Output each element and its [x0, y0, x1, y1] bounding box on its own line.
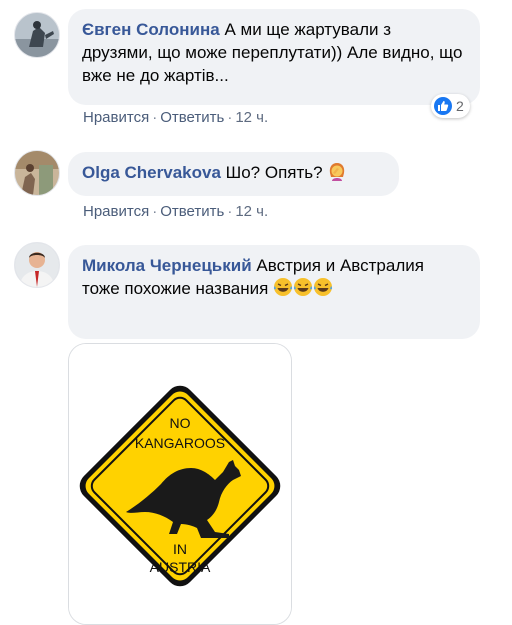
- kangaroo-sign-image: NO KANGAROOS IN AUSTRIA: [69, 344, 291, 624]
- sign-text-no: NO: [170, 415, 191, 431]
- comment-actions: Нравится · Ответить · 12 ч.: [83, 109, 268, 126]
- woman-facepalming-icon: [327, 161, 347, 181]
- avatar-photo: [15, 243, 59, 287]
- reaction-badge[interactable]: 2: [431, 94, 470, 118]
- comment-bubble: Микола Чернецький Австрия и Австралия то…: [68, 245, 480, 339]
- comment-text: Шо? Опять?: [225, 163, 323, 182]
- laughing-tears-icon: [273, 277, 293, 297]
- avatar[interactable]: [14, 242, 60, 288]
- reply-link[interactable]: Ответить: [160, 203, 224, 220]
- reaction-count: 2: [456, 98, 464, 114]
- comment-bubble: Євген Солонина А ми ще жартували з друзя…: [68, 9, 480, 105]
- comment-image-attachment[interactable]: NO KANGAROOS IN AUSTRIA: [68, 343, 292, 625]
- avatar-photo: [15, 13, 59, 57]
- reply-link[interactable]: Ответить: [160, 109, 224, 126]
- timestamp[interactable]: 12 ч.: [235, 203, 268, 220]
- separator: ·: [152, 109, 158, 126]
- sign-text-kangaroos: KANGAROOS: [135, 435, 225, 451]
- separator: ·: [227, 109, 233, 126]
- laughing-tears-icon: [293, 277, 313, 297]
- sign-text-in: IN: [173, 541, 187, 557]
- like-link[interactable]: Нравится: [83, 203, 149, 220]
- separator: ·: [152, 203, 158, 220]
- separator: ·: [227, 203, 233, 220]
- like-link[interactable]: Нравится: [83, 109, 149, 126]
- comment-bubble: Olga Chervakova Шо? Опять?: [68, 152, 399, 196]
- comment-author[interactable]: Микола Чернецький: [82, 256, 252, 275]
- avatar[interactable]: [14, 12, 60, 58]
- comment-actions: Нравится · Ответить · 12 ч.: [83, 203, 268, 220]
- laughing-tears-icon: [313, 277, 333, 297]
- avatar[interactable]: [14, 150, 60, 196]
- comment-author[interactable]: Olga Chervakova: [82, 163, 221, 182]
- avatar-photo: [15, 151, 59, 195]
- comment-author[interactable]: Євген Солонина: [82, 20, 220, 39]
- sign-text-austria: AUSTRIA: [150, 559, 211, 575]
- like-icon: [434, 97, 452, 115]
- timestamp[interactable]: 12 ч.: [235, 109, 268, 126]
